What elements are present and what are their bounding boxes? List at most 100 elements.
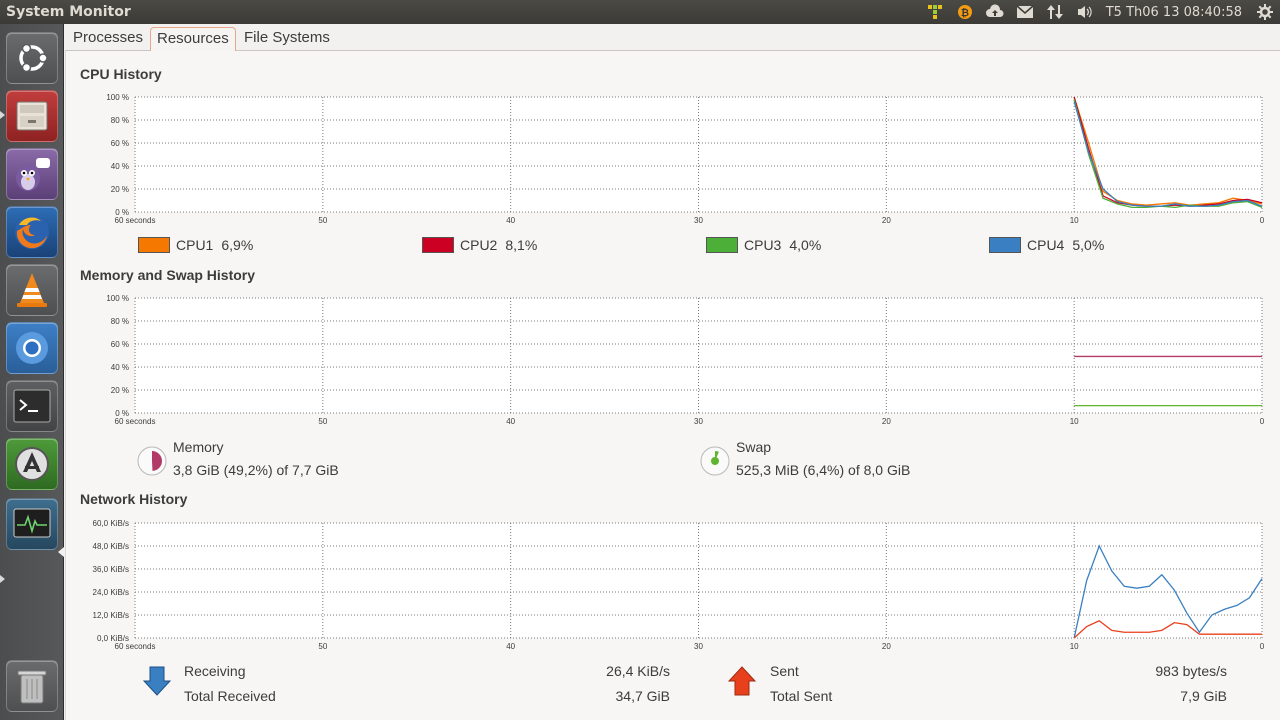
file-manager-launcher[interactable] [6, 90, 58, 142]
tab-processes[interactable]: Processes [67, 27, 149, 51]
chromium-launcher[interactable] [6, 322, 58, 374]
cpu2-legend[interactable]: CPU2 8,1% [422, 237, 537, 253]
sent-value: 983 bytes/s [1155, 663, 1227, 679]
total-received-value: 34,7 GiB [615, 688, 670, 704]
firefox-icon [15, 215, 49, 249]
file-cabinet-icon [16, 101, 48, 131]
memory-history-graph: 100 % 80 % 60 % 40 % 20 % 0 % 60 seconds 50 40 30… [66, 294, 1280, 426]
swap-pie-icon[interactable] [699, 445, 731, 477]
total-sent-label: Total Sent [770, 688, 833, 704]
cpu2-value: 8,1% [505, 237, 538, 253]
cpu-ytick: 40 % [111, 162, 129, 171]
receiving-arrow-icon[interactable] [142, 665, 172, 697]
cpu-xtick: 60 seconds [115, 216, 156, 223]
cpu-graph-svg: 100 %80 %60 %40 %20 %0 %60 seconds 50 40 30… [106, 93, 1265, 225]
svg-text:₿: ₿ [961, 7, 969, 19]
memory-label: Memory [173, 439, 224, 455]
cpu4-color-swatch[interactable] [989, 237, 1021, 253]
running-indicator [0, 111, 5, 119]
cpu1-color-swatch[interactable] [138, 237, 170, 253]
cpu-xtick: 50 [318, 216, 327, 223]
system-monitor-launcher[interactable] [6, 498, 58, 550]
memory-graph-svg: 100 %80 %60 %40 %20 %0 %60 seconds 50 40 30… [106, 294, 1264, 426]
cpu-xtick: 0 [1260, 216, 1265, 223]
memory-history-title: Memory and Swap History [80, 267, 256, 283]
window-title: System Monitor [6, 4, 131, 20]
cpu4-legend[interactable]: CPU4 5,0% [989, 237, 1104, 253]
network-ytick: 12,0 KiB/s [93, 611, 129, 620]
software-updater-launcher[interactable] [6, 438, 58, 490]
clock[interactable]: T5 Th06 13 08:40:58 [1100, 5, 1250, 20]
tab-resources[interactable]: Resources [150, 27, 236, 51]
cloud-upload-icon[interactable] [980, 0, 1010, 24]
pidgin-bird-icon [16, 158, 50, 191]
memory-value: 3,8 GiB (49,2%) of 7,7 GiB [173, 462, 339, 478]
cpu-xtick: 40 [506, 216, 515, 223]
bitcoin-icon[interactable]: ₿ [950, 0, 980, 24]
cpu-history-title: CPU History [80, 66, 162, 82]
trash-icon [17, 670, 47, 704]
memory-pie-icon[interactable] [136, 445, 168, 477]
memory-xtick: 60 seconds [115, 417, 156, 424]
network-updown-icon[interactable] [1040, 0, 1070, 24]
cpu-ytick: 80 % [111, 116, 129, 125]
tab-bar: Processes Resources File Systems [65, 24, 1280, 51]
total-sent-value: 7,9 GiB [1180, 688, 1227, 704]
ubuntu-logo-icon [19, 43, 48, 73]
dash-button[interactable] [6, 32, 58, 84]
network-history-title: Network History [80, 491, 188, 507]
cpu-xtick: 10 [1070, 216, 1079, 223]
firefox-launcher[interactable] [6, 206, 58, 258]
network-history-graph: 60,0 KiB/s 48,0 KiB/s 36,0 KiB/s 24,0 KiB/s… [66, 519, 1280, 651]
pidgin-launcher[interactable] [6, 148, 58, 200]
cpu-xtick: 20 [882, 216, 891, 223]
volume-icon[interactable] [1070, 0, 1100, 24]
cpu-history-graph: 100 % 80 % 60 % 40 % 20 % 0 % 60 seconds 50 40 30… [66, 93, 1280, 225]
cpu3-legend[interactable]: CPU3 4,0% [706, 237, 821, 253]
receiving-label: Receiving [184, 663, 246, 679]
mail-icon[interactable] [1010, 0, 1040, 24]
system-tray: ₿ T5 Th06 13 08:40:58 [920, 0, 1280, 24]
network-xtick: 50 [318, 642, 327, 649]
cpu1-legend[interactable]: CPU1 6,9% [138, 237, 253, 253]
network-xtick: 10 [1070, 642, 1079, 649]
memory-ytick: 100 % [106, 294, 129, 303]
network-xtick: 60 seconds [115, 642, 156, 649]
network-grid-icon[interactable] [920, 0, 950, 24]
memory-xtick: 20 [882, 417, 891, 424]
settings-gear-icon[interactable] [1250, 0, 1280, 24]
cpu2-color-swatch[interactable] [422, 237, 454, 253]
trash-launcher[interactable] [6, 660, 58, 712]
memory-xtick: 10 [1070, 417, 1079, 424]
memory-xtick: 30 [694, 417, 703, 424]
cpu-ytick: 60 % [111, 139, 129, 148]
system-monitor-window: Processes Resources File Systems CPU His… [65, 24, 1280, 720]
terminal-launcher[interactable] [6, 380, 58, 432]
top-panel: System Monitor ₿ T5 Th06 13 08:40:58 [0, 0, 1280, 24]
total-received-label: Total Received [184, 688, 276, 704]
system-monitor-icon [13, 508, 51, 538]
memory-ytick: 20 % [111, 386, 129, 395]
software-updater-icon [15, 447, 49, 481]
resources-panel: CPU History 100 % 80 % 60 % 40 % 20 % 0 % 60 s… [65, 51, 1280, 720]
focused-indicator [58, 547, 64, 557]
network-xtick: 0 [1260, 642, 1265, 649]
cpu1-label: CPU1 [176, 237, 214, 253]
cpu2-label: CPU2 [460, 237, 498, 253]
network-graph-svg: 60,0 KiB/s 48,0 KiB/s 36,0 KiB/s 24,0 KiB/s… [93, 519, 1265, 651]
memory-ytick: 80 % [111, 317, 129, 326]
cpu-xtick: 30 [694, 216, 703, 223]
memory-ytick: 40 % [111, 363, 129, 372]
running-indicator [0, 575, 5, 583]
vlc-launcher[interactable] [6, 264, 58, 316]
tab-file-systems[interactable]: File Systems [238, 27, 336, 51]
cpu3-label: CPU3 [744, 237, 782, 253]
network-ytick: 24,0 KiB/s [93, 588, 129, 597]
network-xtick: 30 [694, 642, 703, 649]
cpu3-color-swatch[interactable] [706, 237, 738, 253]
cpu1-value: 6,9% [221, 237, 254, 253]
network-ytick: 60,0 KiB/s [93, 519, 129, 528]
network-xtick: 20 [882, 642, 891, 649]
sent-arrow-icon[interactable] [727, 665, 757, 697]
memory-xtick: 50 [318, 417, 327, 424]
